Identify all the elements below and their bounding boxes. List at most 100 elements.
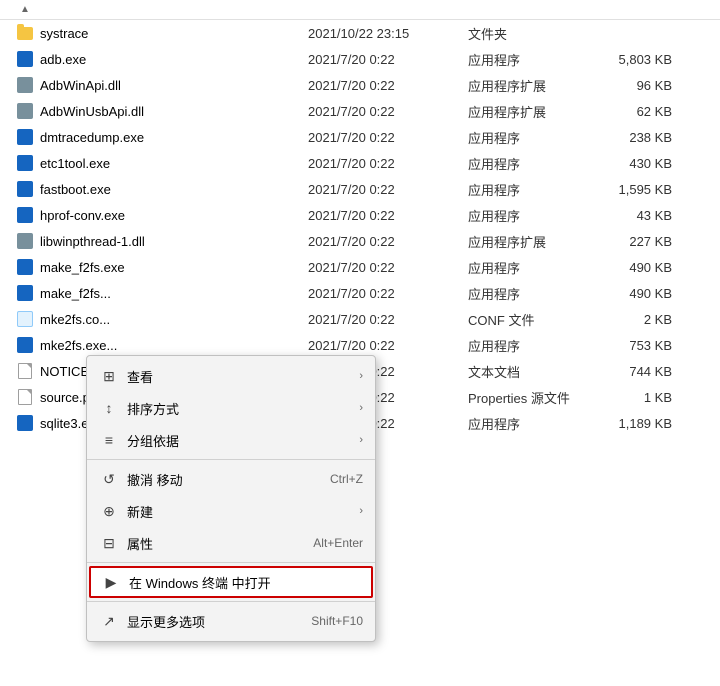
file-name: adb.exe bbox=[40, 52, 308, 67]
file-type: 文本文档 bbox=[468, 362, 588, 381]
menu-item-more-options[interactable]: ↗ 显示更多选项 Shift+F10 bbox=[87, 605, 375, 637]
file-size: 490 KB bbox=[588, 286, 688, 301]
sort-arrow-icon: ▲ bbox=[20, 4, 30, 15]
file-size: 1 KB bbox=[588, 390, 688, 405]
file-icon-wrapper bbox=[16, 24, 34, 42]
menu-item-sort[interactable]: ↕ 排序方式 › bbox=[87, 392, 375, 424]
file-type: 应用程序 bbox=[468, 154, 588, 173]
menu-divider bbox=[87, 601, 375, 602]
file-size: 1,595 KB bbox=[588, 182, 688, 197]
file-size: 2 KB bbox=[588, 312, 688, 327]
file-row[interactable]: systrace 2021/10/22 23:15 文件夹 bbox=[0, 20, 720, 46]
conf-icon bbox=[17, 311, 33, 327]
file-size: 62 KB bbox=[588, 104, 688, 119]
file-name: systrace bbox=[40, 26, 308, 41]
menu-shortcut: Ctrl+Z bbox=[330, 472, 363, 486]
menu-item-open-terminal[interactable]: ▶ 在 Windows 终端 中打开 bbox=[89, 566, 373, 598]
file-date: 2021/7/20 0:22 bbox=[308, 312, 468, 327]
file-size: 430 KB bbox=[588, 156, 688, 171]
file-row[interactable]: hprof-conv.exe 2021/7/20 0:22 应用程序 43 KB bbox=[0, 202, 720, 228]
submenu-arrow-icon: › bbox=[359, 370, 363, 382]
menu-item-label: 分组依据 bbox=[127, 431, 359, 450]
menu-item-group[interactable]: ≡ 分组依据 › bbox=[87, 424, 375, 456]
exe-icon bbox=[17, 207, 33, 223]
exe-icon bbox=[17, 285, 33, 301]
file-size: 490 KB bbox=[588, 260, 688, 275]
menu-shortcut: Alt+Enter bbox=[313, 536, 363, 550]
file-name: make_f2fs.exe bbox=[40, 260, 308, 275]
header-size[interactable] bbox=[586, 4, 686, 15]
file-icon-wrapper bbox=[16, 414, 34, 432]
exe-icon bbox=[17, 181, 33, 197]
file-icon bbox=[18, 363, 32, 379]
file-type: 应用程序 bbox=[468, 206, 588, 225]
file-date: 2021/7/20 0:22 bbox=[308, 208, 468, 223]
file-size: 43 KB bbox=[588, 208, 688, 223]
file-icon bbox=[18, 389, 32, 405]
header-date[interactable] bbox=[306, 4, 466, 15]
menu-item-view[interactable]: ⊞ 查看 › bbox=[87, 360, 375, 392]
file-icon-wrapper bbox=[16, 232, 34, 250]
file-name: AdbWinApi.dll bbox=[40, 78, 308, 93]
undo-icon: ↺ bbox=[99, 469, 119, 489]
dll-icon bbox=[17, 103, 33, 119]
file-icon-wrapper bbox=[16, 76, 34, 94]
file-size: 744 KB bbox=[588, 364, 688, 379]
menu-item-label: 新建 bbox=[127, 502, 359, 521]
menu-item-label: 撤消 移动 bbox=[127, 470, 330, 489]
file-row[interactable]: etc1tool.exe 2021/7/20 0:22 应用程序 430 KB bbox=[0, 150, 720, 176]
file-size: 5,803 KB bbox=[588, 52, 688, 67]
file-row[interactable]: make_f2fs... 2021/7/20 0:22 应用程序 490 KB bbox=[0, 280, 720, 306]
header-type[interactable] bbox=[466, 4, 586, 15]
header-name[interactable]: ▲ bbox=[16, 4, 306, 15]
menu-item-new[interactable]: ⊕ 新建 › bbox=[87, 495, 375, 527]
file-date: 2021/7/20 0:22 bbox=[308, 260, 468, 275]
file-type: 应用程序 bbox=[468, 336, 588, 355]
menu-item-properties[interactable]: ⊟ 属性 Alt+Enter bbox=[87, 527, 375, 559]
file-date: 2021/7/20 0:22 bbox=[308, 156, 468, 171]
file-row[interactable]: libwinpthread-1.dll 2021/7/20 0:22 应用程序扩… bbox=[0, 228, 720, 254]
file-name: etc1tool.exe bbox=[40, 156, 308, 171]
file-name: fastboot.exe bbox=[40, 182, 308, 197]
folder-icon bbox=[17, 27, 33, 40]
file-size: 96 KB bbox=[588, 78, 688, 93]
more-icon: ↗ bbox=[99, 611, 119, 631]
file-type: 应用程序扩展 bbox=[468, 102, 588, 121]
exe-icon bbox=[17, 129, 33, 145]
file-date: 2021/7/20 0:22 bbox=[308, 286, 468, 301]
file-icon-wrapper bbox=[16, 206, 34, 224]
file-icon-wrapper bbox=[16, 128, 34, 146]
file-type: CONF 文件 bbox=[468, 310, 588, 329]
file-row[interactable]: mke2fs.co... 2021/7/20 0:22 CONF 文件 2 KB bbox=[0, 306, 720, 332]
file-row[interactable]: AdbWinUsbApi.dll 2021/7/20 0:22 应用程序扩展 6… bbox=[0, 98, 720, 124]
file-row[interactable]: AdbWinApi.dll 2021/7/20 0:22 应用程序扩展 96 K… bbox=[0, 72, 720, 98]
file-date: 2021/7/20 0:22 bbox=[308, 130, 468, 145]
grid-icon: ⊞ bbox=[99, 366, 119, 386]
file-icon-wrapper bbox=[16, 284, 34, 302]
menu-shortcut: Shift+F10 bbox=[311, 614, 363, 628]
dll-icon bbox=[17, 77, 33, 93]
file-date: 2021/7/20 0:22 bbox=[308, 338, 468, 353]
file-type: 应用程序 bbox=[468, 258, 588, 277]
exe-icon bbox=[17, 415, 33, 431]
file-row[interactable]: adb.exe 2021/7/20 0:22 应用程序 5,803 KB bbox=[0, 46, 720, 72]
file-name: libwinpthread-1.dll bbox=[40, 234, 308, 249]
file-type: 应用程序扩展 bbox=[468, 232, 588, 251]
submenu-arrow-icon: › bbox=[359, 402, 363, 414]
file-row[interactable]: make_f2fs.exe 2021/7/20 0:22 应用程序 490 KB bbox=[0, 254, 720, 280]
exe-icon bbox=[17, 259, 33, 275]
file-type: 应用程序 bbox=[468, 414, 588, 433]
file-icon-wrapper bbox=[16, 180, 34, 198]
file-type: 应用程序扩展 bbox=[468, 76, 588, 95]
file-date: 2021/7/20 0:22 bbox=[308, 52, 468, 67]
file-type: 应用程序 bbox=[468, 180, 588, 199]
props-icon: ⊟ bbox=[99, 533, 119, 553]
file-row[interactable]: fastboot.exe 2021/7/20 0:22 应用程序 1,595 K… bbox=[0, 176, 720, 202]
menu-item-undo[interactable]: ↺ 撤消 移动 Ctrl+Z bbox=[87, 463, 375, 495]
menu-item-label: 在 Windows 终端 中打开 bbox=[129, 573, 361, 592]
menu-item-label: 排序方式 bbox=[127, 399, 359, 418]
sort-icon: ↕ bbox=[99, 398, 119, 418]
menu-item-label: 属性 bbox=[127, 534, 313, 553]
file-row[interactable]: dmtracedump.exe 2021/7/20 0:22 应用程序 238 … bbox=[0, 124, 720, 150]
file-type: 应用程序 bbox=[468, 128, 588, 147]
